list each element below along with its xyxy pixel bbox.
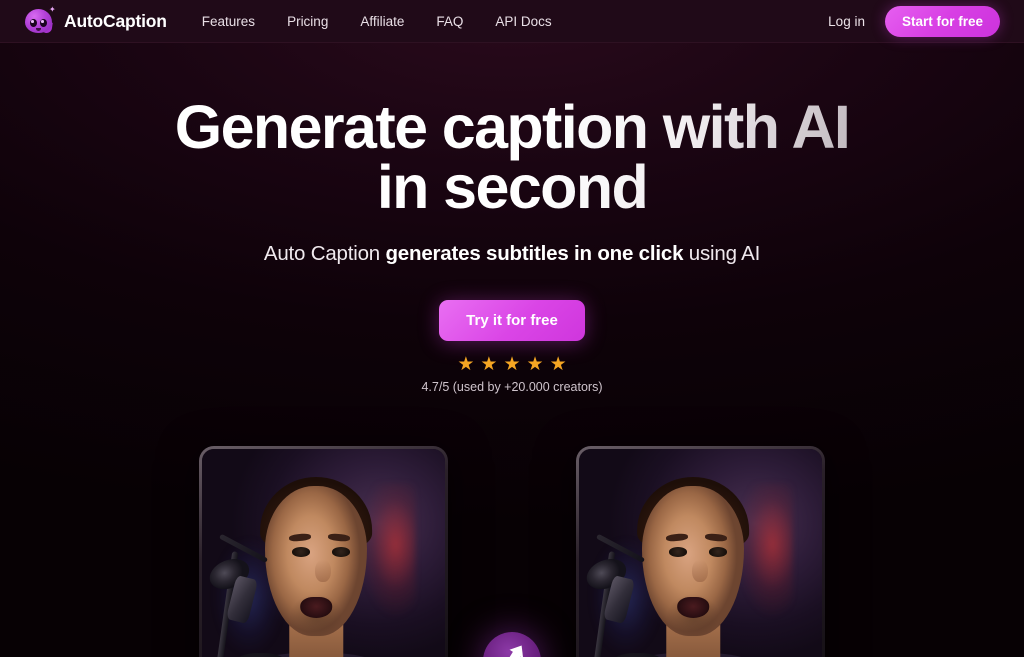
- nav-link-features[interactable]: Features: [202, 14, 255, 29]
- nav-link-pricing[interactable]: Pricing: [287, 14, 328, 29]
- subtitle-post: using AI: [683, 241, 761, 265]
- video-card-before[interactable]: [199, 446, 448, 657]
- rating-text: 4.7/5 (used by +20.000 creators): [421, 379, 603, 394]
- star-icon: ★: [526, 353, 544, 375]
- headline-line-1: Generate caption with AI: [174, 93, 850, 161]
- headline-line-2: in second: [376, 153, 648, 222]
- video-screen: IS NOT N: [579, 449, 822, 657]
- rating-stars: ★ ★ ★ ★ ★: [0, 355, 1024, 374]
- start-for-free-button[interactable]: Start for free: [884, 5, 1000, 37]
- sparkle-icon: ✦: [49, 5, 56, 14]
- star-icon: ★: [480, 353, 498, 375]
- top-navigation-bar: ✦ AutoCaption Features Pricing Affiliate…: [0, 0, 1024, 43]
- hero-section: Generate caption with AI in second Auto …: [0, 43, 1024, 394]
- nav-link-affiliate[interactable]: Affiliate: [360, 14, 404, 29]
- star-icon: ★: [549, 353, 567, 375]
- try-it-for-free-button[interactable]: Try it for free: [439, 299, 585, 341]
- subtitle-pre: Auto Caption: [263, 241, 386, 265]
- brand-logo[interactable]: ✦ AutoCaption: [25, 5, 167, 35]
- nav-links: Features Pricing Affiliate FAQ API Docs: [202, 14, 552, 29]
- page-title: Generate caption with AI in second: [0, 97, 1024, 218]
- video-screen: [202, 449, 445, 657]
- speaker-photo: [579, 449, 822, 657]
- star-icon: ★: [457, 353, 475, 375]
- video-showcase: IS NOT N: [0, 446, 1024, 657]
- nav-actions: Log in Start for free: [828, 5, 1000, 37]
- nav-link-faq[interactable]: FAQ: [436, 14, 463, 29]
- hero-subtitle: Auto Caption generates subtitles in one …: [0, 242, 1024, 266]
- speaker-photo: [202, 449, 445, 657]
- brand-name: AutoCaption: [64, 10, 167, 31]
- landing-page: ✦ AutoCaption Features Pricing Affiliate…: [0, 0, 1024, 657]
- video-card-after[interactable]: IS NOT N: [576, 446, 825, 657]
- autocaption-mascot-icon: ✦: [25, 5, 56, 35]
- nav-link-api-docs[interactable]: API Docs: [495, 14, 551, 29]
- star-icon: ★: [503, 353, 521, 375]
- subtitle-highlight: generates subtitles in one click: [385, 241, 684, 265]
- login-link[interactable]: Log in: [828, 14, 865, 29]
